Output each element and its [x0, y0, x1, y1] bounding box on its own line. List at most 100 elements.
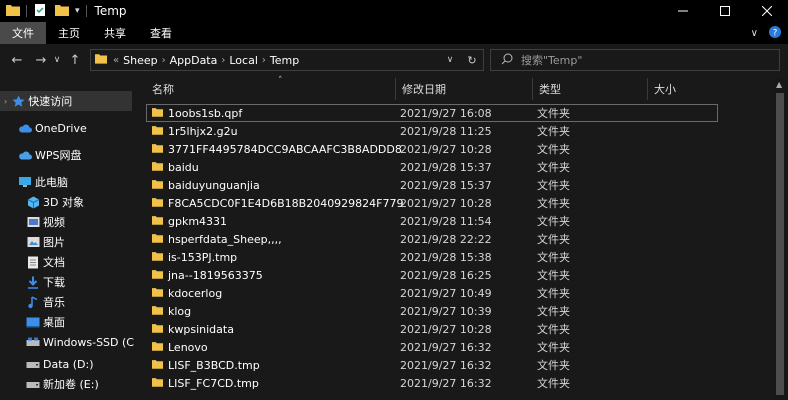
sidebar-item-drive-c[interactable]: Windows-SSD (C:) — [0, 332, 134, 352]
search-box[interactable] — [490, 49, 780, 71]
sidebar-item-wps-drive[interactable]: WPS网盘 — [0, 145, 132, 165]
file-row[interactable]: LISF_FC7CD.tmp 2021/9/27 16:32 文件夹 — [146, 374, 720, 392]
file-type: 文件夹 — [537, 269, 570, 282]
file-name: kdocerlog — [168, 286, 223, 300]
column-header-type[interactable]: 类型 — [533, 78, 648, 100]
column-header-size[interactable]: 大小 — [648, 78, 728, 100]
tab-view[interactable]: 查看 — [138, 22, 184, 44]
file-row[interactable]: F8CA5CDC0F1E4D6B18B2040929824F779 2021/9… — [146, 194, 720, 212]
sidebar-item-quick-access[interactable]: › 快速访问 — [0, 91, 132, 111]
customize-toolbar-icon[interactable]: ▾ — [75, 6, 80, 16]
file-row[interactable]: baiduyunguanjia 2021/9/28 15:37 文件夹 — [146, 176, 720, 194]
folder-icon — [152, 341, 163, 354]
file-name: hsperfdata_Sheep,,,, — [168, 232, 282, 246]
search-input[interactable] — [521, 53, 761, 67]
file-row[interactable]: is-153PJ.tmp 2021/9/28 15:38 文件夹 — [146, 248, 720, 266]
file-row[interactable]: kdocerlog 2021/9/27 10:49 文件夹 — [146, 284, 720, 302]
cloud-icon — [18, 148, 32, 162]
sidebar-item-pictures[interactable]: 图片 — [0, 232, 132, 252]
refresh-icon[interactable]: ↻ — [461, 54, 483, 67]
file-row[interactable]: 3771FF4495784DCC9ABCAAFC3B8ADDD8 2021/9/… — [146, 140, 720, 158]
file-row[interactable]: LISF_B3BCD.tmp 2021/9/27 16:32 文件夹 — [146, 356, 720, 374]
breadcrumb-separator[interactable]: › — [162, 55, 166, 66]
toolbar-divider — [85, 5, 87, 17]
file-type: 文件夹 — [537, 125, 570, 138]
expand-ribbon-icon[interactable]: ∨ — [751, 28, 758, 39]
sidebar-item-3d-objects[interactable]: 3D 对象 — [0, 192, 132, 212]
close-button[interactable] — [746, 0, 788, 22]
file-row[interactable]: klog 2021/9/27 10:39 文件夹 — [146, 302, 720, 320]
vertical-scrollbar[interactable]: ▲ — [772, 78, 788, 400]
breadcrumb-appdata[interactable]: AppData — [170, 54, 218, 67]
file-row[interactable]: 1oobs1sb.qpf 2021/9/27 16:08 文件夹 — [146, 104, 718, 122]
file-type: 文件夹 — [537, 359, 570, 372]
sidebar-item-drive-d[interactable]: Data (D:) — [0, 354, 132, 374]
back-button[interactable]: ← — [6, 49, 28, 71]
folder-icon — [152, 323, 163, 336]
breadcrumb-temp[interactable]: Temp — [270, 54, 299, 67]
folder-icon — [152, 251, 163, 264]
file-name: baidu — [168, 160, 199, 174]
file-row[interactable]: gpkm4331 2021/9/28 11:54 文件夹 — [146, 212, 720, 230]
file-date: 2021/9/27 10:28 — [400, 322, 492, 336]
sidebar-item-documents[interactable]: 文档 — [0, 252, 132, 272]
forward-button[interactable]: → — [30, 49, 52, 71]
file-row[interactable]: kwpsinidata 2021/9/27 10:28 文件夹 — [146, 320, 720, 338]
file-type: 文件夹 — [537, 305, 570, 318]
up-button[interactable]: ↑ — [64, 49, 86, 71]
address-row: ← → ∨ ↑ « Sheep › AppData › Local › Temp… — [0, 44, 788, 76]
sidebar-item-desktop[interactable]: 桌面 — [0, 312, 132, 332]
file-row[interactable]: jna--1819563375 2021/9/28 16:25 文件夹 — [146, 266, 720, 284]
file-type: 文件夹 — [537, 161, 570, 174]
column-header-name[interactable]: ˄ 名称 — [146, 76, 396, 100]
sidebar-item-downloads[interactable]: 下载 — [0, 272, 132, 292]
file-row[interactable]: hsperfdata_Sheep,,,, 2021/9/28 22:22 文件夹 — [146, 230, 720, 248]
breadcrumb-separator[interactable]: › — [262, 55, 266, 66]
sidebar-item-drive-e[interactable]: 新加卷 (E:) — [0, 374, 132, 394]
cube-icon — [26, 195, 40, 209]
file-date: 2021/9/28 16:25 — [400, 268, 492, 282]
address-dropdown-icon[interactable]: ∨ — [439, 55, 461, 65]
help-icon[interactable]: ? — [768, 25, 782, 42]
sidebar-item-label: 新加卷 (E:) — [43, 378, 99, 391]
sidebar-item-onedrive[interactable]: OneDrive — [0, 118, 132, 138]
sidebar-item-videos[interactable]: 视频 — [0, 212, 132, 232]
sidebar-item-this-pc[interactable]: 此电脑 — [0, 172, 132, 192]
sidebar-item-label: 此电脑 — [35, 176, 68, 189]
file-type: 文件夹 — [537, 197, 570, 210]
column-header-label: 名称 — [152, 83, 174, 96]
sidebar-item-label: 快速访问 — [28, 95, 73, 108]
address-bar[interactable]: « Sheep › AppData › Local › Temp ∨ ↻ — [90, 49, 484, 71]
file-row[interactable]: Lenovo 2021/9/27 16:32 文件夹 — [146, 338, 720, 356]
file-row[interactable]: 1r5lhjx2.g2u 2021/9/28 11:25 文件夹 — [146, 122, 720, 140]
column-header-date[interactable]: 修改日期 — [396, 78, 533, 100]
breadcrumb-local[interactable]: Local — [229, 54, 258, 67]
computer-icon — [18, 175, 32, 189]
scroll-up-icon[interactable]: ▲ — [776, 80, 782, 89]
file-date: 2021/9/27 10:28 — [400, 142, 492, 156]
minimize-button[interactable] — [662, 0, 704, 22]
breadcrumb-separator[interactable]: › — [221, 55, 225, 66]
column-headers: ˄ 名称 修改日期 类型 大小 — [134, 76, 772, 100]
file-row[interactable]: baidu 2021/9/28 15:37 文件夹 — [146, 158, 720, 176]
maximize-button[interactable] — [704, 0, 746, 22]
tab-file[interactable]: 文件 — [0, 22, 46, 44]
file-date: 2021/9/27 16:32 — [400, 358, 492, 372]
new-folder-icon[interactable] — [55, 4, 69, 19]
svg-text:?: ? — [773, 28, 778, 38]
expand-chevron-icon[interactable]: › — [4, 97, 7, 106]
folder-icon — [152, 197, 163, 210]
file-name: klog — [168, 304, 192, 318]
tab-home[interactable]: 主页 — [46, 22, 92, 44]
drive-icon — [26, 357, 40, 371]
star-icon — [11, 94, 25, 108]
recent-locations-icon[interactable]: ∨ — [52, 49, 62, 71]
folder-icon — [152, 161, 163, 174]
sidebar-item-music[interactable]: 音乐 — [0, 292, 132, 312]
properties-icon[interactable] — [33, 3, 47, 20]
title-bar: ▾ Temp — [0, 0, 788, 22]
breadcrumb-overflow[interactable]: « — [113, 55, 119, 66]
breadcrumb-sheep[interactable]: Sheep — [123, 54, 157, 67]
tab-share[interactable]: 共享 — [92, 22, 138, 44]
scrollbar-thumb[interactable] — [776, 93, 784, 395]
